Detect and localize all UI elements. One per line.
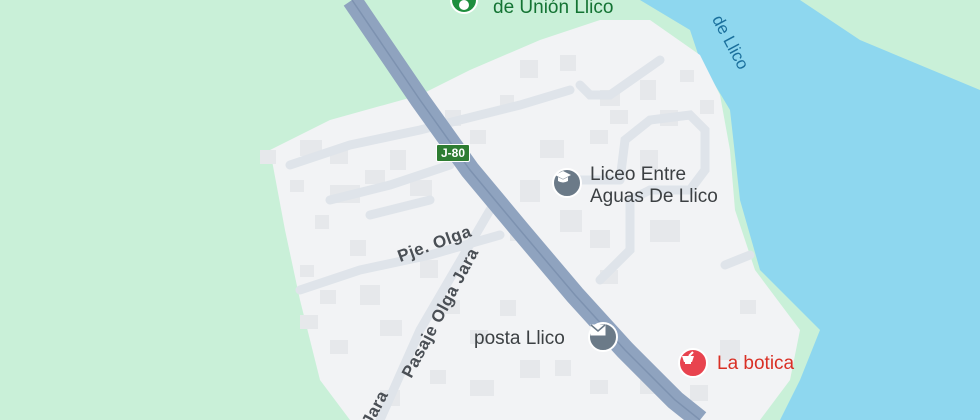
top-poi-label[interactable]: de Unión Llico xyxy=(493,0,613,19)
school-label-line2: Aguas De Llico xyxy=(590,186,718,207)
pharmacy-mortar-icon xyxy=(682,351,694,364)
green-circle-pin-icon xyxy=(459,0,469,10)
pharmacy-label[interactable]: La botica xyxy=(717,353,794,375)
school-pin[interactable] xyxy=(552,168,582,198)
school-label[interactable]: Liceo Entre Aguas De Llico xyxy=(590,164,718,208)
school-label-line1: Liceo Entre xyxy=(590,164,687,185)
post-pin[interactable] xyxy=(588,322,618,352)
mail-envelope-icon xyxy=(590,324,606,336)
map-base-layer xyxy=(260,0,980,420)
post-label[interactable]: posta Llico xyxy=(474,328,565,350)
school-cap-icon xyxy=(555,171,571,183)
route-shield-j80: J-80 xyxy=(436,144,471,162)
map-canvas[interactable]: de Llico de Unión Llico J-80 Liceo Entre… xyxy=(0,0,980,420)
pharmacy-pin[interactable] xyxy=(678,348,708,378)
